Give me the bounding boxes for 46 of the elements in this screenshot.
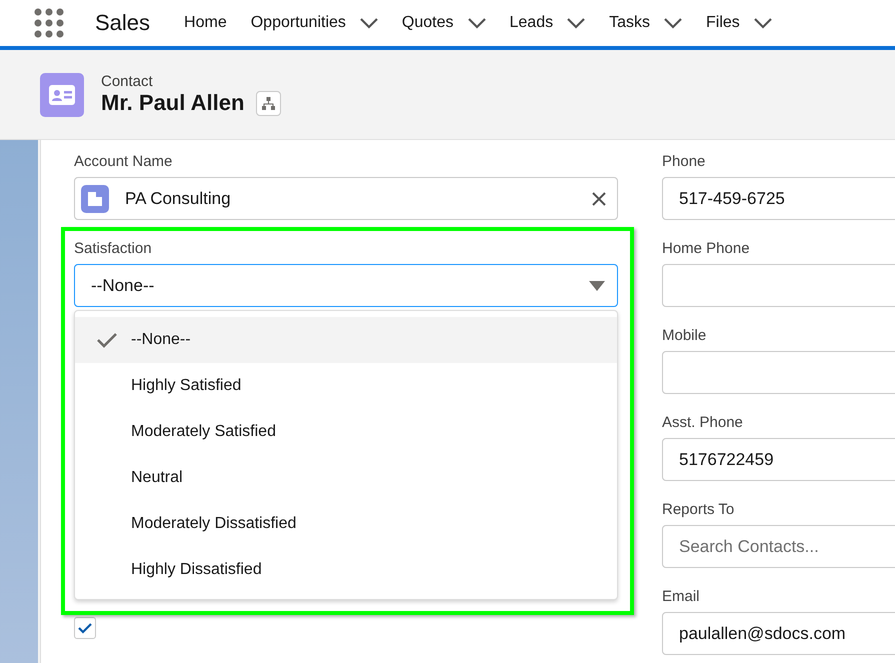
dropdown-option[interactable]: Neutral bbox=[75, 455, 617, 501]
input-field[interactable]: 517-459-6725 bbox=[662, 177, 895, 220]
field-label: Asst. Phone bbox=[662, 413, 744, 433]
contact-card-icon bbox=[40, 72, 84, 116]
field-label: Phone bbox=[662, 152, 706, 172]
field-label: Reports To bbox=[662, 500, 736, 520]
dropdown-option[interactable]: Moderately Satisfied bbox=[75, 409, 617, 455]
hierarchy-button[interactable] bbox=[256, 90, 282, 116]
dropdown-arrow-icon bbox=[589, 280, 605, 290]
dropdown-option[interactable]: --None-- bbox=[75, 317, 617, 363]
nav-tab[interactable]: Tasks bbox=[609, 14, 682, 32]
field-label: Email bbox=[662, 587, 701, 607]
field-label: Mobile bbox=[662, 326, 708, 346]
checkbox[interactable] bbox=[74, 617, 96, 639]
input-field[interactable]: paulallen@sdocs.com bbox=[662, 612, 895, 655]
dropdown-option[interactable]: Moderately Dissatisfied bbox=[75, 501, 617, 547]
input-field[interactable]: 5176722459 bbox=[662, 438, 895, 481]
chevron-down-icon bbox=[754, 18, 772, 28]
chevron-down-icon bbox=[468, 18, 486, 28]
nav-tab[interactable]: Home bbox=[184, 14, 227, 32]
chevron-down-icon bbox=[664, 18, 682, 28]
field-label: Account Name bbox=[74, 152, 174, 172]
field-label: Satisfaction bbox=[74, 239, 153, 259]
checkmark-icon bbox=[97, 332, 117, 348]
record-type: Contact bbox=[101, 73, 154, 90]
building-icon bbox=[81, 184, 109, 212]
lookup-field[interactable]: PA Consulting bbox=[74, 177, 618, 220]
dropdown-option[interactable]: Highly Satisfied bbox=[75, 363, 617, 409]
checkmark-icon bbox=[78, 622, 92, 634]
clear-icon[interactable] bbox=[591, 190, 607, 206]
nav-tab[interactable]: Quotes bbox=[402, 14, 486, 32]
nav-tab[interactable]: Files bbox=[706, 14, 772, 32]
nav-tab[interactable]: Opportunities bbox=[250, 14, 378, 32]
search-field[interactable]: Search Contacts... bbox=[662, 525, 895, 568]
field-label: Home Phone bbox=[662, 239, 751, 259]
chevron-down-icon bbox=[567, 18, 586, 28]
input-field[interactable] bbox=[662, 351, 895, 394]
input-field[interactable] bbox=[662, 264, 895, 307]
dropdown-option[interactable]: Highly Dissatisfied bbox=[75, 547, 617, 593]
app-launcher-icon[interactable] bbox=[34, 8, 64, 38]
record-name: Mr. Paul Allen bbox=[101, 90, 244, 116]
hierarchy-icon bbox=[262, 96, 276, 110]
chevron-down-icon bbox=[360, 18, 378, 28]
nav-tab[interactable]: Leads bbox=[510, 14, 586, 32]
picklist-field[interactable]: --None-- bbox=[74, 264, 618, 307]
app-name: Sales bbox=[95, 10, 150, 36]
